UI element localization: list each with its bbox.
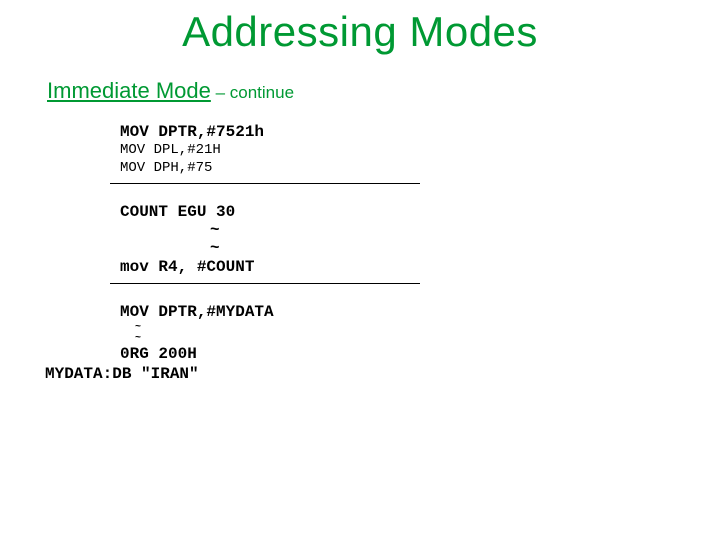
code-block-1: MOV DPTR,#7521h MOV DPL,#21H MOV DPH,#75 (120, 122, 720, 177)
divider (110, 183, 420, 184)
code-line: MOV DPL,#21H (120, 142, 720, 160)
divider (110, 283, 420, 284)
tilde-line: ~ (210, 240, 720, 258)
tilde-line: ~ (135, 322, 720, 333)
code-line: MOV DPTR,#7521h (120, 122, 720, 142)
code-line: MOV DPH,#75 (120, 160, 720, 178)
code-line: MYDATA:DB "IRAN" (45, 364, 720, 384)
code-line: 0RG 200H (120, 344, 720, 364)
mode-label: Immediate Mode (47, 78, 211, 103)
tilde-line: ~ (135, 333, 720, 344)
continue-label: – continue (211, 83, 294, 102)
code-line: COUNT EGU 30 (120, 202, 720, 222)
code-line: MOV DPTR,#MYDATA (120, 302, 720, 322)
tilde-line: ~ (210, 222, 720, 240)
section-subtitle: Immediate Mode – continue (47, 78, 720, 104)
code-block-3: MOV DPTR,#MYDATA ~ ~ 0RG 200H MYDATA:DB … (45, 302, 720, 384)
page-title: Addressing Modes (0, 0, 720, 56)
code-line: mov R4, #COUNT (120, 257, 720, 277)
slide: Addressing Modes Immediate Mode – contin… (0, 0, 720, 540)
code-block-2: COUNT EGU 30 ~ ~ mov R4, #COUNT (120, 202, 720, 277)
